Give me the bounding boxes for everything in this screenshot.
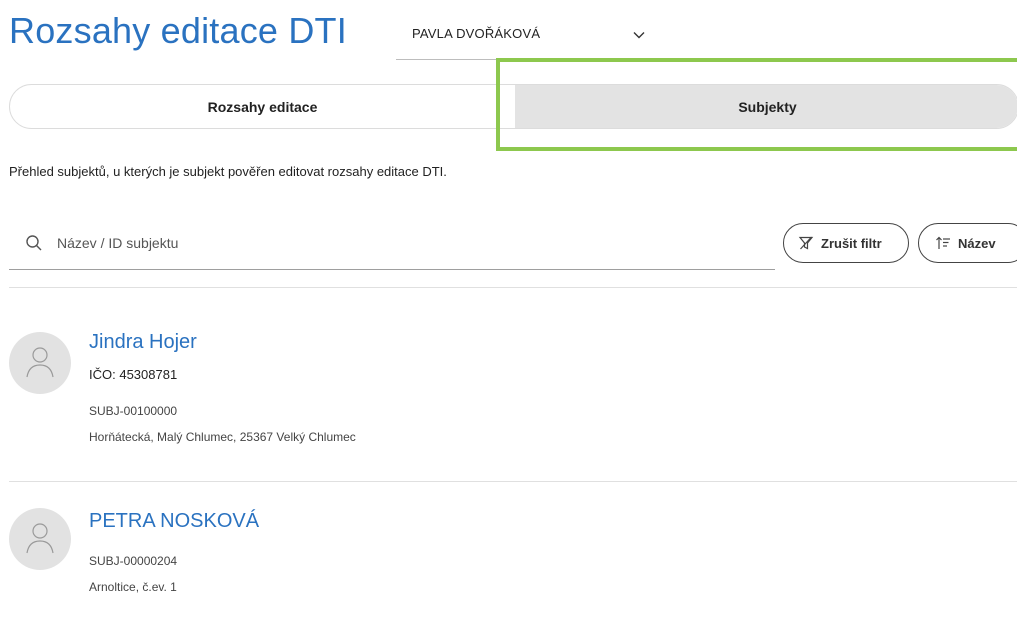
user-icon [26,523,54,554]
subject-id: SUBJ-00100000 [89,404,178,418]
tab-bar: Rozsahy editace Subjekty [9,84,1017,129]
tab-subjekty[interactable]: Subjekty [515,85,1017,128]
clear-filter-button[interactable]: Zrušit filtr [783,223,909,263]
search-input[interactable] [57,229,757,257]
user-select[interactable]: PAVLA DVOŘÁKOVÁ [396,14,660,60]
filter-off-icon [798,236,814,250]
tab-rozsahy-editace[interactable]: Rozsahy editace [10,85,515,128]
divider [9,481,1017,482]
sort-label: Název [958,235,996,251]
subject-ico: IČO: 45308781 [89,367,178,382]
subject-name-link[interactable]: Jindra Hojer [89,331,197,354]
sort-button[interactable]: Název [918,223,1017,263]
search-field [9,219,775,270]
divider [9,287,1017,288]
subject-name-link[interactable]: PETRA NOSKOVÁ [89,510,259,533]
user-select-value: PAVLA DVOŘÁKOVÁ [412,26,541,41]
subject-address: Arnoltice, č.ev. 1 [89,580,177,594]
avatar [9,508,71,570]
subject-address: Horňátecká, Malý Chlumec, 25367 Velký Ch… [89,430,356,444]
subject-id: SUBJ-00000204 [89,554,178,568]
search-icon [26,235,42,251]
clear-filter-label: Zrušit filtr [821,235,882,251]
page-description: Přehled subjektů, u kterých je subjekt p… [9,164,447,179]
avatar [9,332,71,394]
sort-icon [936,236,950,249]
page-title: Rozsahy editace DTI [9,10,347,51]
chevron-down-icon [633,32,645,39]
user-icon [26,347,54,378]
